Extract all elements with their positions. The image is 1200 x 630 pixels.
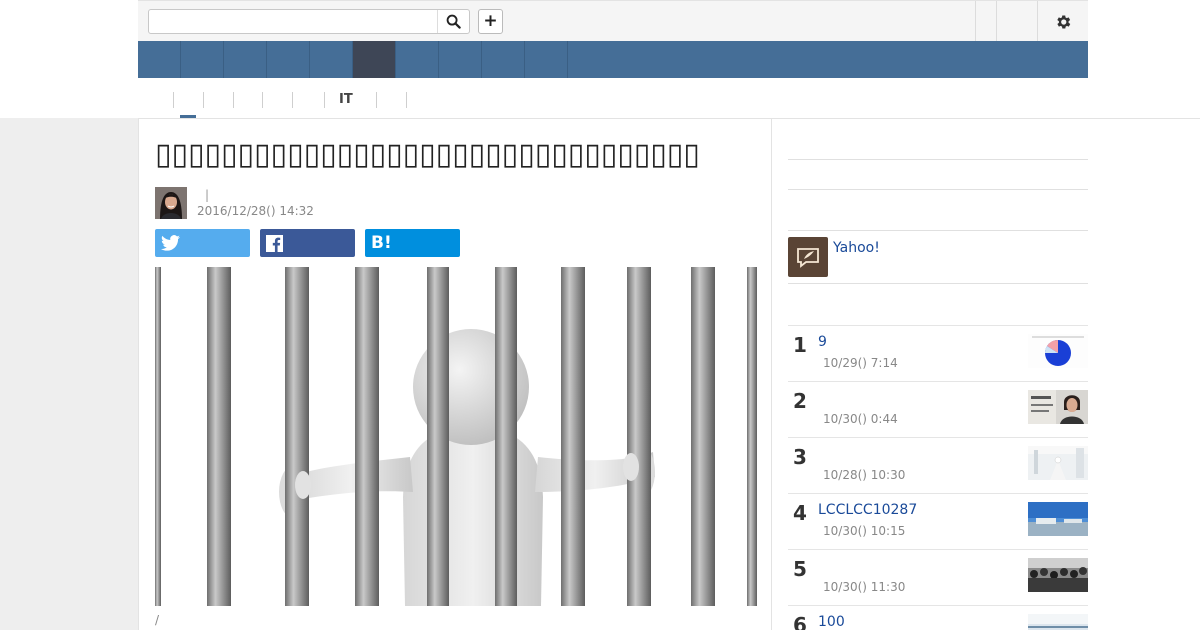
search-icon (446, 14, 461, 29)
ranking-item[interactable]: 4 LCCLCC10287 10/30() 10:15 (788, 493, 1088, 549)
ranking-number: 3 (793, 445, 807, 469)
ranking-time: 10/29() 7:14 (823, 356, 898, 370)
header-bar: + (138, 0, 1088, 41)
byline-separator: | (205, 188, 210, 202)
subnav-item-5[interactable] (292, 92, 299, 108)
subnav-item-7[interactable] (376, 92, 383, 108)
ranking-time: 10/30() 11:30 (823, 580, 906, 594)
search-button[interactable] (437, 10, 469, 33)
ranking-time: 10/28() 10:30 (823, 468, 906, 482)
ranking-title[interactable]: 9 (818, 334, 827, 350)
gnav-item-5[interactable] (310, 41, 353, 78)
gnav-item-8[interactable] (439, 41, 482, 78)
gnav-item-7[interactable] (396, 41, 439, 78)
ranking-thumbnail[interactable] (1028, 334, 1088, 368)
facebook-share-button[interactable] (260, 229, 355, 257)
ranking-item[interactable]: 2 10/30() 0:44 (788, 381, 1088, 437)
subnav-item-2[interactable] (203, 92, 210, 108)
promo-link[interactable]: Yahoo! (833, 240, 880, 256)
ranking-item[interactable]: 6 100 (788, 605, 1088, 630)
sidebar-divider (788, 159, 1088, 160)
ranking-number: 6 (793, 613, 807, 630)
global-nav (138, 41, 1088, 78)
settings-button[interactable] (1039, 9, 1087, 34)
author-photo (155, 187, 187, 219)
gnav-item-1[interactable] (138, 41, 181, 78)
sidebar: Yahoo! 1 9 10/29() 7:14 2 10/30() 0:44 3… (772, 118, 1200, 630)
add-button[interactable]: + (478, 9, 503, 34)
subnav-item-4[interactable] (262, 92, 269, 108)
twitter-share-button[interactable] (155, 229, 250, 257)
sidebar-divider (788, 189, 1088, 190)
gear-icon (1057, 14, 1071, 29)
ranking-number: 1 (793, 333, 807, 357)
header-divider (996, 1, 997, 41)
ranking-number: 5 (793, 557, 807, 581)
ranking-number: 2 (793, 389, 807, 413)
article-date: 2016/12/28() 14:32 (197, 204, 314, 218)
gnav-item-4[interactable] (267, 41, 310, 78)
ranking-thumbnail[interactable] (1028, 614, 1088, 630)
article-hero-image (155, 267, 757, 606)
subnav-item-1[interactable] (173, 92, 180, 108)
gnav-item-6-active[interactable] (353, 41, 396, 78)
sidebar-divider (788, 283, 1088, 284)
ranking-thumbnail[interactable] (1028, 390, 1088, 424)
header-divider (1037, 1, 1038, 41)
gnav-item-9[interactable] (482, 41, 525, 78)
ranking-title[interactable]: LCCLCC10287 (818, 502, 917, 518)
search-box (148, 9, 470, 34)
ranking-thumbnail[interactable] (1028, 558, 1088, 592)
author-avatar[interactable] (155, 187, 187, 219)
gnav-item-10[interactable] (525, 41, 568, 78)
ranking-item[interactable]: 1 9 10/29() 7:14 (788, 325, 1088, 381)
article-main: ▯▯▯▯▯▯▯▯▯▯▯▯▯▯▯▯▯▯▯▯▯▯▯▯▯▯▯▯▯▯▯▯▯ | 2016… (138, 118, 772, 630)
article-title: ▯▯▯▯▯▯▯▯▯▯▯▯▯▯▯▯▯▯▯▯▯▯▯▯▯▯▯▯▯▯▯▯▯ (155, 137, 700, 172)
ranking-thumbnail[interactable] (1028, 502, 1088, 536)
plus-icon: + (483, 11, 498, 31)
ranking-item[interactable]: 3 10/28() 10:30 (788, 437, 1088, 493)
ranking-title[interactable]: 100 (818, 614, 845, 630)
search-input[interactable] (149, 10, 436, 33)
feather-icon (797, 248, 819, 268)
facebook-icon (266, 234, 283, 252)
sidebar-divider (788, 230, 1088, 231)
subnav-item-it[interactable]: IT (324, 92, 353, 108)
ranking-thumbnail[interactable] (1028, 446, 1088, 480)
ranking-time: 10/30() 0:44 (823, 412, 898, 426)
image-caption: / (155, 613, 160, 627)
subnav-item-3[interactable] (233, 92, 240, 108)
header-divider (975, 1, 976, 41)
ranking-item[interactable]: 5 10/30() 11:30 (788, 549, 1088, 605)
ranking-number: 4 (793, 501, 807, 525)
sub-nav: IT (138, 78, 1088, 118)
prison-bars-illustration (155, 267, 757, 606)
promo-icon[interactable] (788, 237, 828, 277)
ranking-time: 10/30() 10:15 (823, 524, 906, 538)
twitter-icon (161, 235, 180, 251)
subnav-item-end (406, 92, 413, 108)
gnav-item-3[interactable] (224, 41, 267, 78)
hatena-icon: B! (371, 233, 392, 253)
hatena-bookmark-button[interactable]: B! (365, 229, 460, 257)
gnav-item-2[interactable] (181, 41, 224, 78)
